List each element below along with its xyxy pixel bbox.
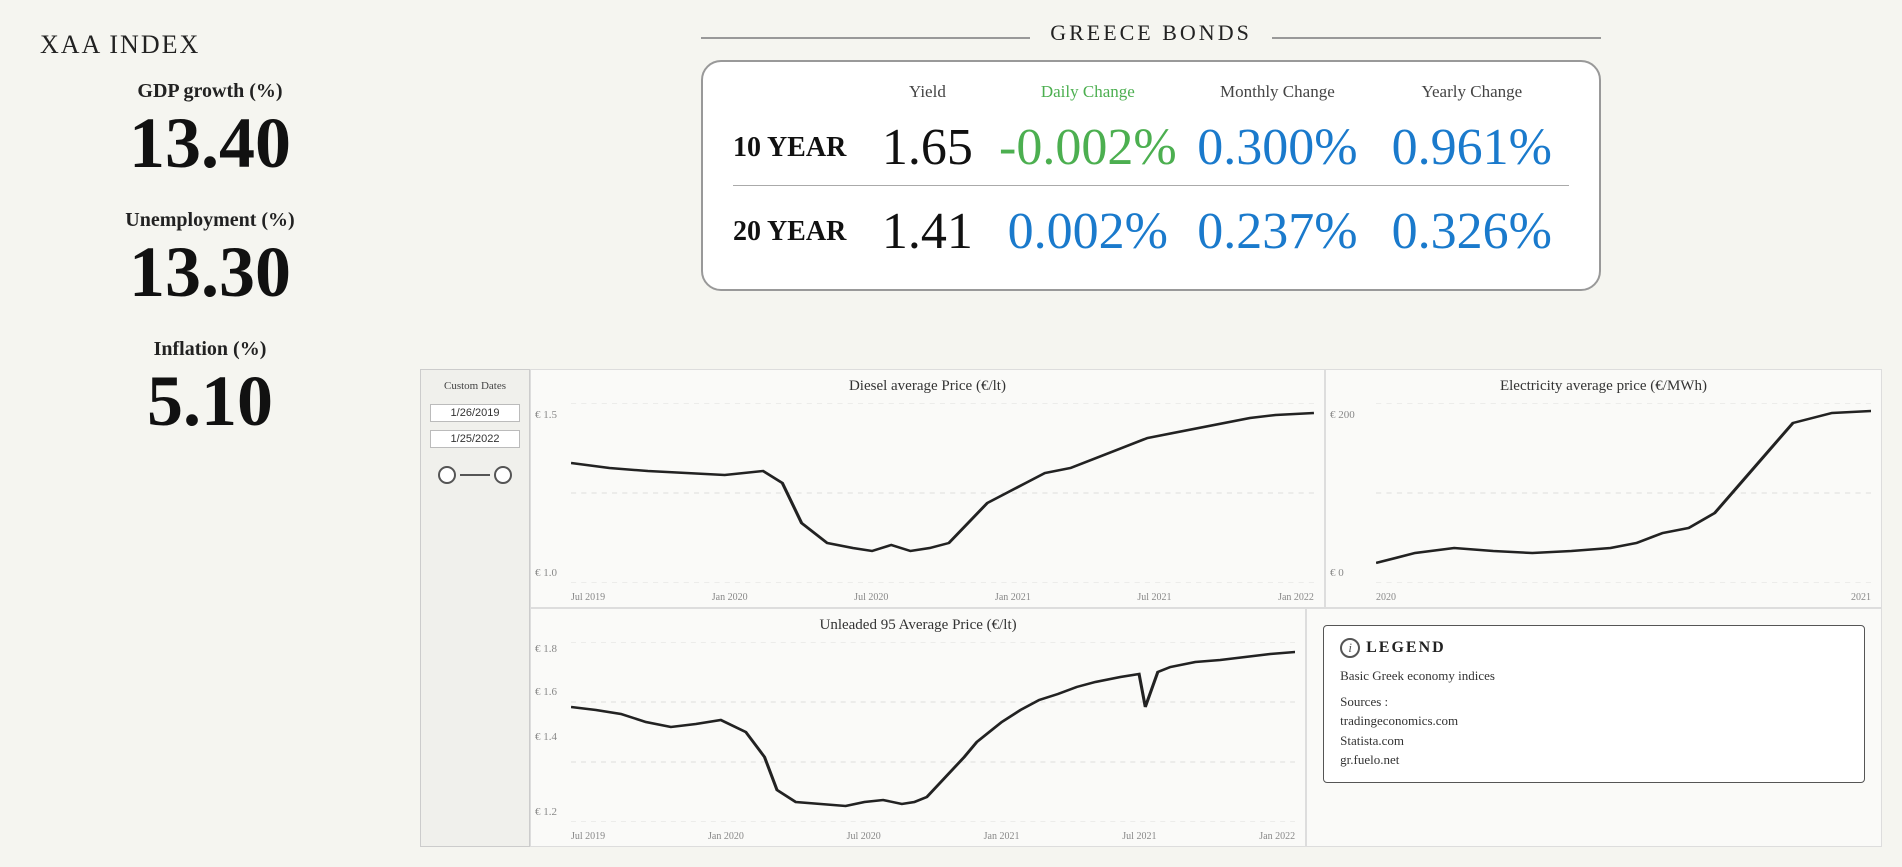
unleaded-chart-title: Unleaded 95 Average Price (€/lt) xyxy=(531,609,1305,638)
unemployment-value: 13.30 xyxy=(20,236,400,308)
legend-title: LEGEND xyxy=(1366,639,1446,657)
yield-col-header: Yield xyxy=(859,82,995,102)
elec-y-bottom: € 0 xyxy=(1330,567,1344,579)
inflation-block: Inflation (%) 5.10 xyxy=(20,338,400,457)
date-input-2[interactable] xyxy=(430,430,520,448)
monthly-change-20year: 0.237% xyxy=(1180,202,1374,261)
unemployment-block: Unemployment (%) 13.30 xyxy=(20,209,400,328)
daily-change-10year: -0.002% xyxy=(995,118,1180,177)
monthly-change-10year: 0.300% xyxy=(1180,118,1374,177)
source-3: gr.fuelo.net xyxy=(1340,752,1399,767)
source-2: Statista.com xyxy=(1340,733,1404,748)
unleaded-chart-panel: Unleaded 95 Average Price (€/lt) € 1.8 €… xyxy=(530,608,1306,847)
diesel-y-top: € 1.5 xyxy=(535,409,557,421)
diesel-x-jan2020: Jan 2020 xyxy=(712,592,748,603)
yield-10year: 1.65 xyxy=(859,118,995,177)
gdp-value: 13.40 xyxy=(20,107,400,179)
sources-label: Sources : xyxy=(1340,694,1388,709)
unleaded-chart-svg xyxy=(571,642,1295,822)
xaa-index-title: XAA INDEX xyxy=(40,30,200,60)
diesel-x-jul2019: Jul 2019 xyxy=(571,592,605,603)
source-1: tradingeconomics.com xyxy=(1340,713,1458,728)
unleaded-x-jul2020: Jul 2020 xyxy=(847,831,881,842)
unleaded-y-18: € 1.8 xyxy=(535,643,557,655)
yearly-change-20year: 0.326% xyxy=(1375,202,1569,261)
gdp-label: GDP growth (%) xyxy=(20,80,400,103)
left-panel: XAA INDEX GDP growth (%) 13.40 Unemploym… xyxy=(20,20,400,847)
bonds-box: Yield Daily Change Monthly Change Yearly… xyxy=(701,60,1601,291)
electricity-chart-svg xyxy=(1376,403,1871,583)
elec-x-2020: 2020 xyxy=(1376,592,1396,603)
tenor-10year: 10 YEAR xyxy=(733,132,859,164)
date-panel-title: Custom Dates xyxy=(444,380,506,392)
diesel-x-jul2021: Jul 2021 xyxy=(1137,592,1171,603)
legend-info-icon: i xyxy=(1340,638,1360,658)
inflation-value: 5.10 xyxy=(20,365,400,437)
greece-bonds-title: GREECE BONDS xyxy=(1030,20,1272,46)
daily-col-header: Daily Change xyxy=(995,82,1180,102)
legend-panel: i LEGEND Basic Greek economy indices Sou… xyxy=(1306,608,1882,847)
gdp-block: GDP growth (%) 13.40 xyxy=(20,80,400,199)
unleaded-y-12: € 1.2 xyxy=(535,806,557,818)
date-input-1[interactable] xyxy=(430,404,520,422)
unleaded-x-jul2019: Jul 2019 xyxy=(571,831,605,842)
slider-track-line xyxy=(460,474,490,476)
electricity-chart-title: Electricity average price (€/MWh) xyxy=(1326,370,1881,399)
bonds-section: GREECE BONDS Yield Daily Change Monthly … xyxy=(420,20,1882,353)
diesel-chart-panel: Diesel average Price (€/lt) € 1.5 € 1.0 xyxy=(530,369,1325,608)
diesel-chart-title: Diesel average Price (€/lt) xyxy=(531,370,1324,399)
tenor-20year: 20 YEAR xyxy=(733,216,859,248)
monthly-col-header: Monthly Change xyxy=(1180,82,1374,102)
yield-20year: 1.41 xyxy=(859,202,995,261)
bonds-row-20year: 20 YEAR 1.41 0.002% 0.237% 0.326% xyxy=(733,185,1569,269)
diesel-x-jul2020: Jul 2020 xyxy=(854,592,888,603)
diesel-x-jan2022: Jan 2022 xyxy=(1278,592,1314,603)
date-panel: Custom Dates xyxy=(420,369,530,847)
unleaded-x-jan2022: Jan 2022 xyxy=(1259,831,1295,842)
electricity-chart-panel: Electricity average price (€/MWh) € 200 … xyxy=(1325,369,1882,608)
yearly-change-10year: 0.961% xyxy=(1375,118,1569,177)
unemployment-label: Unemployment (%) xyxy=(20,209,400,232)
legend-sources: Sources : tradingeconomics.com Statista.… xyxy=(1340,692,1848,770)
daily-change-20year: 0.002% xyxy=(995,202,1180,261)
elec-y-top: € 200 xyxy=(1330,409,1355,421)
unleaded-y-16: € 1.6 xyxy=(535,686,557,698)
legend-title-row: i LEGEND xyxy=(1340,638,1848,658)
diesel-chart-svg xyxy=(571,403,1314,583)
inflation-label: Inflation (%) xyxy=(20,338,400,361)
yearly-col-header: Yearly Change xyxy=(1375,82,1569,102)
bonds-row-10year: 10 YEAR 1.65 -0.002% 0.300% 0.961% xyxy=(733,110,1569,185)
date-slider[interactable] xyxy=(438,466,512,484)
slider-handle-left[interactable] xyxy=(438,466,456,484)
slider-handle-right[interactable] xyxy=(494,466,512,484)
diesel-x-jan2021: Jan 2021 xyxy=(995,592,1031,603)
elec-x-2021: 2021 xyxy=(1851,592,1871,603)
unleaded-y-14: € 1.4 xyxy=(535,731,557,743)
unleaded-x-jan2021: Jan 2021 xyxy=(984,831,1020,842)
unleaded-x-jan2020: Jan 2020 xyxy=(708,831,744,842)
legend-box: i LEGEND Basic Greek economy indices Sou… xyxy=(1323,625,1865,783)
legend-description: Basic Greek economy indices xyxy=(1340,666,1848,686)
unleaded-x-jul2021: Jul 2021 xyxy=(1122,831,1156,842)
diesel-y-bottom: € 1.0 xyxy=(535,567,557,579)
